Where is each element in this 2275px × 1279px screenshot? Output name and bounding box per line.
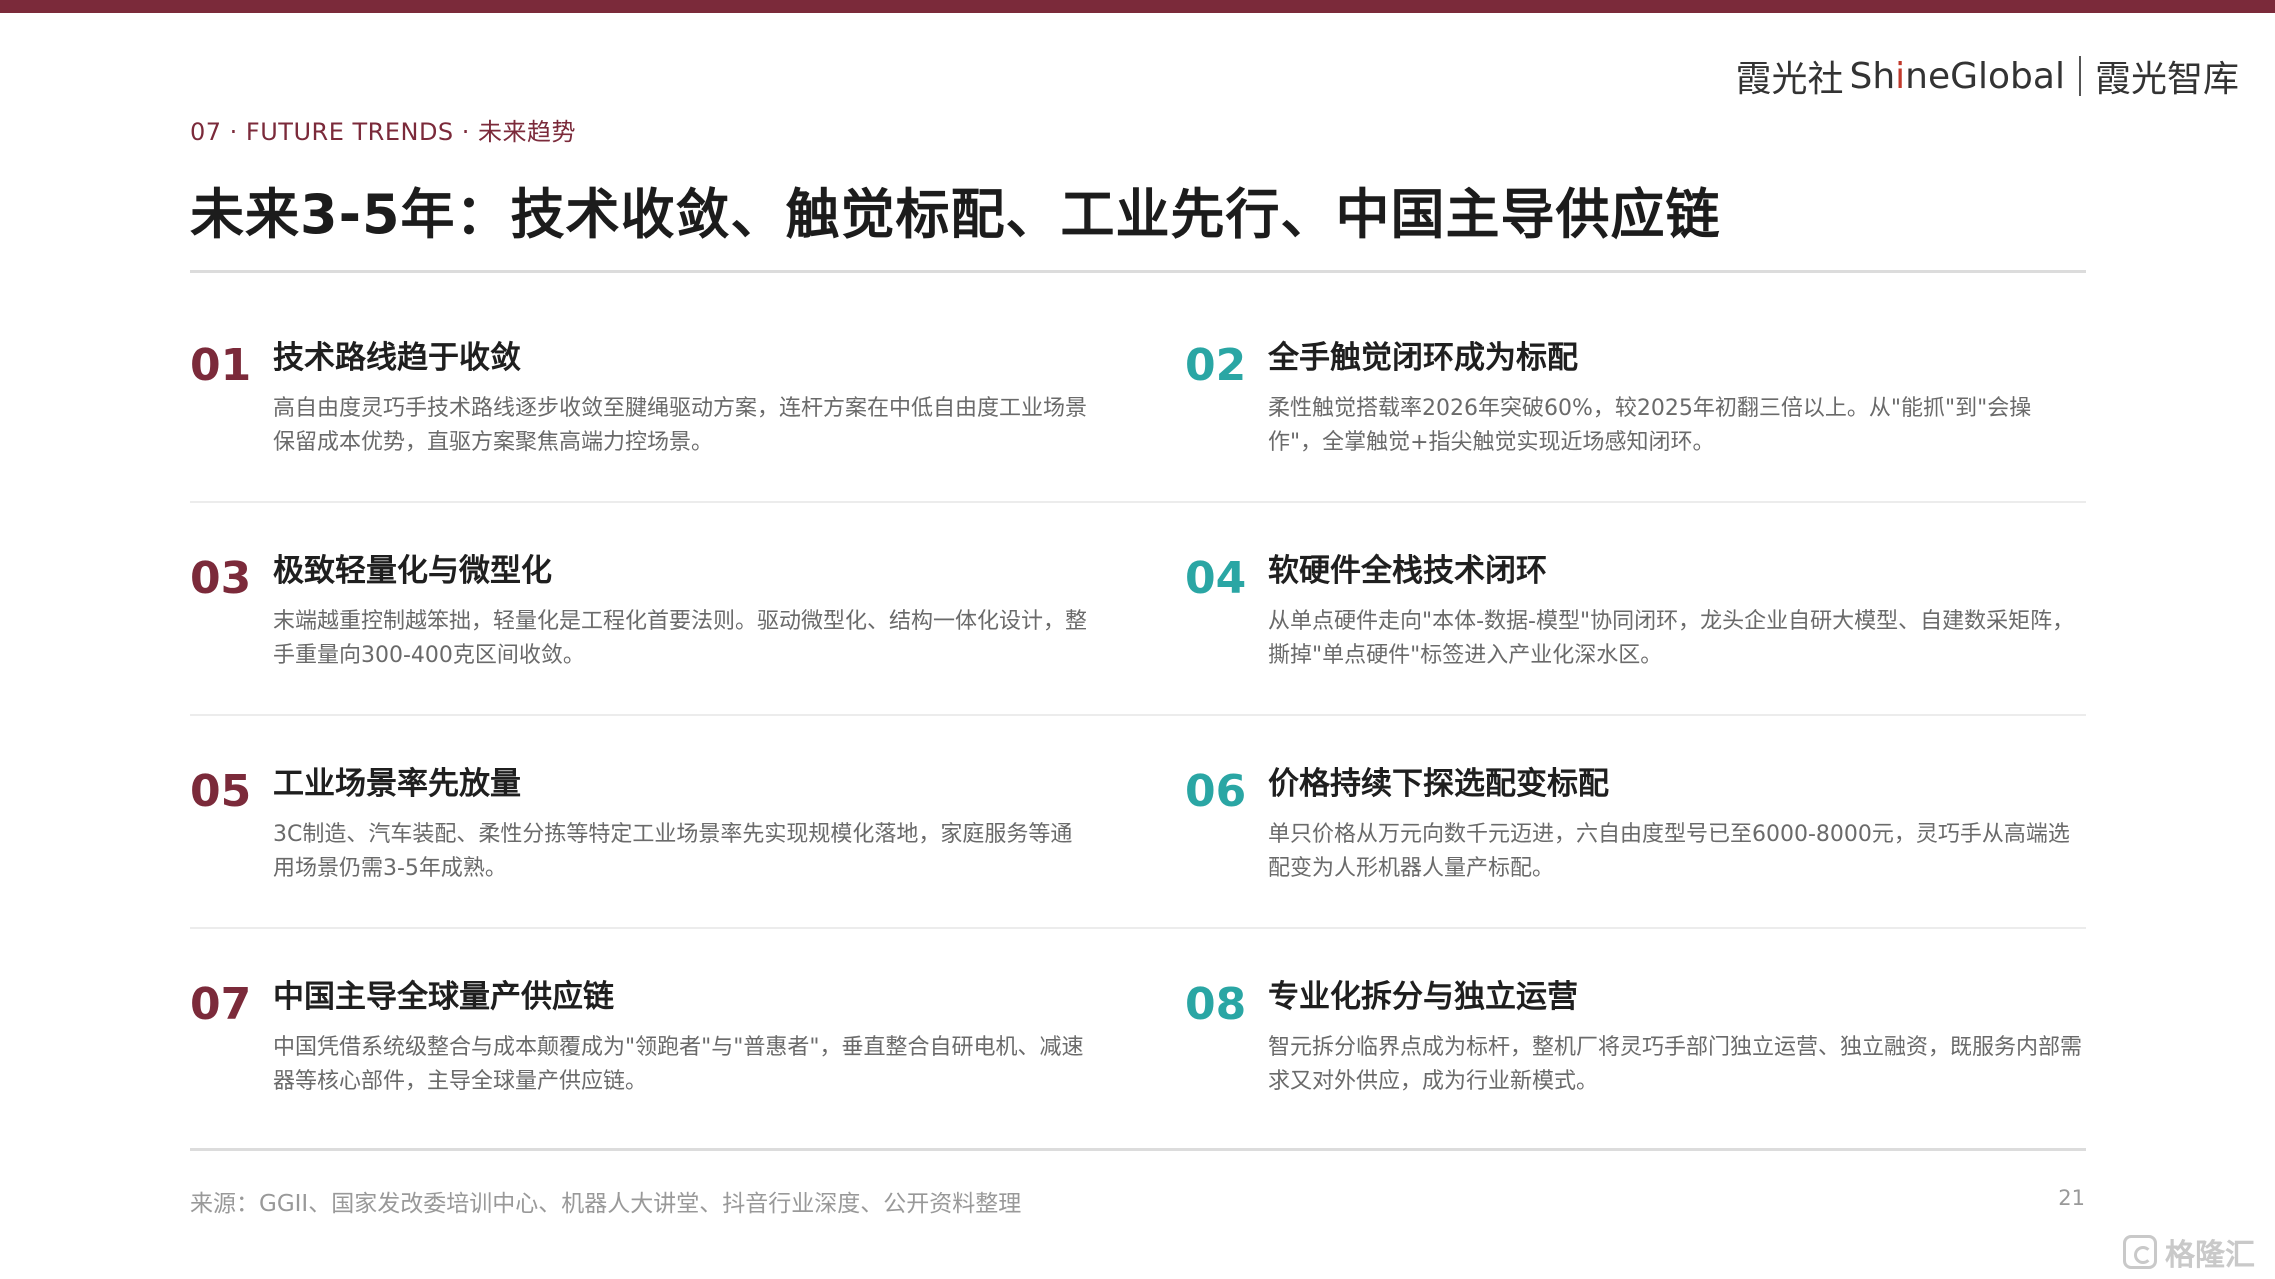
trend-item: 06 价格持续下探选配变标配 单只价格从万元向数千元迈进，六自由度型号已至600… [1185,758,2085,908]
section-label: 07 · FUTURE TRENDS · 未来趋势 [190,118,577,146]
trend-item: 08 专业化拆分与独立运营 智元拆分临界点成为标杆，整机厂将灵巧手部门独立运营、… [1185,971,2085,1121]
trend-description: 中国凭借系统级整合与成本颠覆成为"领跑者"与"普惠者"，垂直整合自研电机、减速器… [273,1035,1084,1094]
brand-divider [2078,56,2081,96]
watermark-text: 格隆汇 [2165,1238,2255,1273]
source-note: 来源：GGII、国家发改委培训中心、机器人大讲堂、抖音行业深度、公开资料整理 [190,1191,1022,1217]
watermark-logo-icon [2123,1235,2157,1269]
trend-row: 07 中国主导全球量产供应链 中国凭借系统级整合与成本颠覆成为"领跑者"与"普惠… [190,929,2086,1142]
trend-description: 3C制造、汽车装配、柔性分拣等特定工业场景率先实现规模化落地，家庭服务等通用场景… [273,822,1073,881]
trend-title: 中国主导全球量产供应链 [273,979,614,1015]
trend-item: 01 技术路线趋于收敛 高自由度灵巧手技术路线逐步收敛至腱绳驱动方案，连杆方案在… [190,332,1090,482]
trend-item: 03 极致轻量化与微型化 末端越重控制越笨拙，轻量化是工程化首要法则。驱动微型化… [190,545,1090,695]
trends-grid: 01 技术路线趋于收敛 高自由度灵巧手技术路线逐步收敛至腱绳驱动方案，连杆方案在… [190,290,2086,1142]
trend-description: 柔性触觉搭载率2026年突破60%，较2025年初翻三倍以上。从"能抓"到"会操… [1268,396,2032,455]
trend-description: 智元拆分临界点成为标杆，整机厂将灵巧手部门独立运营、独立融资，既服务内部需求又对… [1268,1035,2083,1094]
trend-title: 软硬件全栈技术闭环 [1268,553,1547,589]
trend-title: 全手触觉闭环成为标配 [1268,340,1578,376]
title-divider [190,270,2086,273]
trend-title: 技术路线趋于收敛 [273,340,521,376]
trend-description: 高自由度灵巧手技术路线逐步收敛至腱绳驱动方案，连杆方案在中低自由度工业场景保留成… [273,396,1088,455]
brand-name-en: ShineGlobal [1849,55,2065,97]
trend-row: 05 工业场景率先放量 3C制造、汽车装配、柔性分拣等特定工业场景率先实现规模化… [190,716,2086,929]
trend-title: 极致轻量化与微型化 [273,553,552,589]
trend-number: 02 [1185,340,1247,391]
trend-description: 单只价格从万元向数千元迈进，六自由度型号已至6000-8000元，灵巧手从高端选… [1268,822,2070,881]
trend-number: 04 [1185,553,1247,604]
trend-number: 06 [1185,766,1247,817]
footer-divider [190,1148,2086,1151]
trend-item: 04 软硬件全栈技术闭环 从单点硬件走向"本体-数据-模型"协同闭环，龙头企业自… [1185,545,2085,695]
trend-number: 01 [190,340,252,391]
trend-title: 专业化拆分与独立运营 [1268,979,1578,1015]
top-accent-bar [0,0,2275,13]
trend-number: 08 [1185,979,1247,1030]
trend-item: 07 中国主导全球量产供应链 中国凭借系统级整合与成本颠覆成为"领跑者"与"普惠… [190,971,1090,1121]
trend-description: 从单点硬件走向"本体-数据-模型"协同闭环，龙头企业自研大模型、自建数采矩阵，撕… [1268,609,2075,668]
page-title: 未来3-5年：技术收敛、触觉标配、工业先行、中国主导供应链 [190,183,1721,246]
trend-description: 末端越重控制越笨拙，轻量化是工程化首要法则。驱动微型化、结构一体化设计，整手重量… [273,609,1088,668]
trend-item: 05 工业场景率先放量 3C制造、汽车装配、柔性分拣等特定工业场景率先实现规模化… [190,758,1090,908]
brand-name-cn: 霞光社 [1735,59,1844,100]
trend-row: 03 极致轻量化与微型化 末端越重控制越笨拙，轻量化是工程化首要法则。驱动微型化… [190,503,2086,716]
trend-number: 07 [190,979,252,1030]
trend-row: 01 技术路线趋于收敛 高自由度灵巧手技术路线逐步收敛至腱绳驱动方案，连杆方案在… [190,290,2086,503]
trend-title: 价格持续下探选配变标配 [1268,766,1609,802]
watermark: 格隆汇 [2123,1230,2255,1274]
trend-number: 03 [190,553,252,604]
page-number: 21 [2058,1186,2085,1210]
trend-item: 02 全手触觉闭环成为标配 柔性触觉搭载率2026年突破60%，较2025年初翻… [1185,332,2085,482]
trend-title: 工业场景率先放量 [273,766,521,802]
trend-number: 05 [190,766,252,817]
brand-logo: 霞光社 ShineGlobal 霞光智库 [1735,50,2239,102]
brand-think-tank: 霞光智库 [2094,59,2239,100]
